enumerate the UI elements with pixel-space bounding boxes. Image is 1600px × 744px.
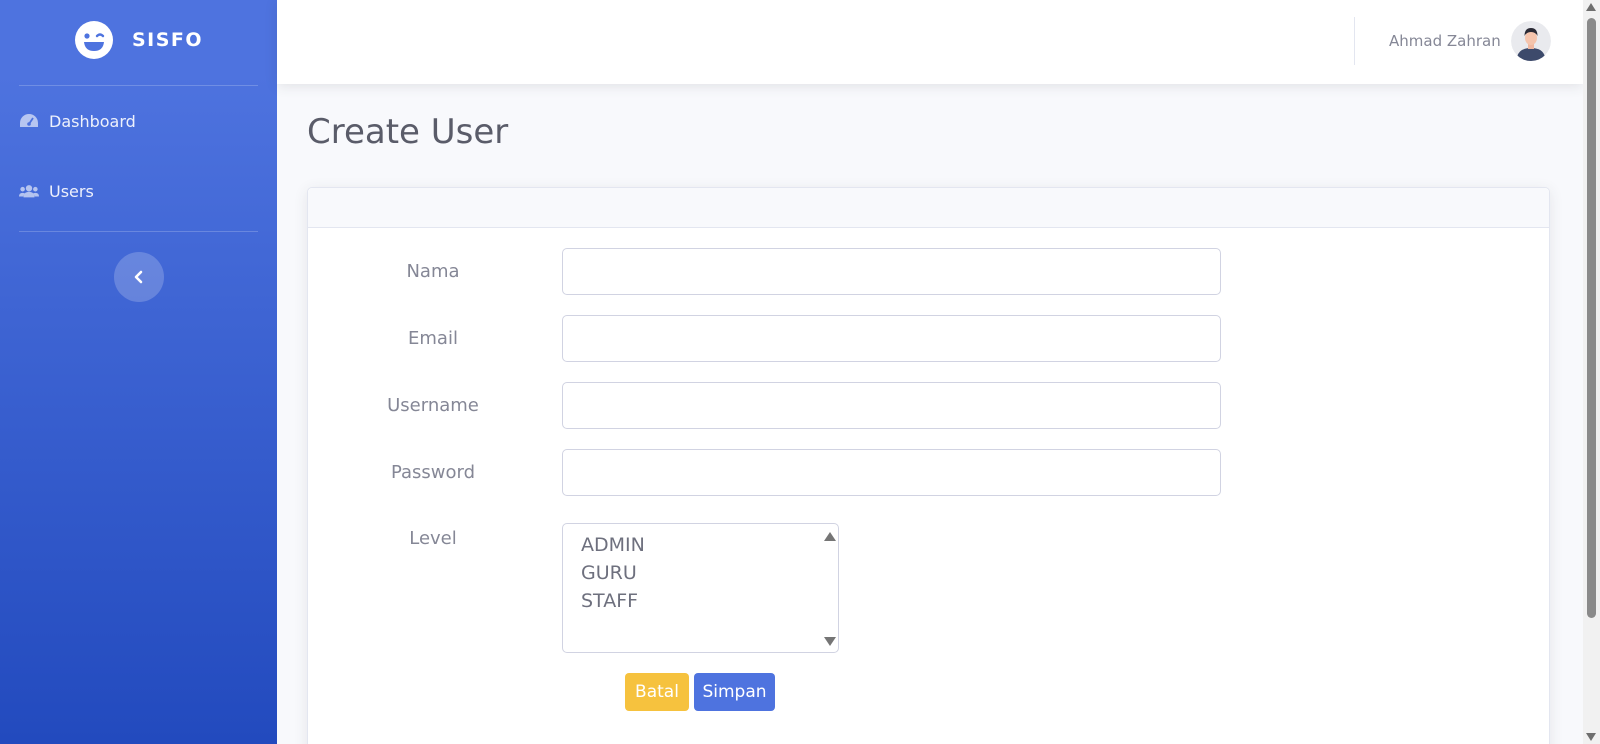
level-option-guru[interactable]: GURU: [563, 559, 838, 587]
level-options: ADMIN GURU STAFF: [563, 524, 838, 615]
sidebar: SISFO Dashboard Users: [0, 0, 277, 744]
user-menu[interactable]: Ahmad Zahran: [1389, 20, 1551, 62]
scroll-down-icon[interactable]: [824, 637, 836, 646]
level-select[interactable]: ADMIN GURU STAFF: [562, 523, 839, 653]
password-input[interactable]: [562, 449, 1221, 496]
page-scrollbar[interactable]: [1583, 0, 1600, 744]
laugh-wink-icon: [74, 21, 113, 59]
create-user-card: Nama Email Username Password Level ADMIN…: [307, 187, 1550, 744]
scroll-up-icon[interactable]: [1586, 3, 1596, 11]
sidebar-item-users[interactable]: Users: [0, 156, 277, 226]
save-button[interactable]: Simpan: [694, 673, 775, 711]
sidebar-item-label: Dashboard: [49, 111, 136, 131]
sidebar-item-dashboard[interactable]: Dashboard: [0, 86, 277, 156]
cancel-button[interactable]: Batal: [625, 673, 689, 711]
sidebar-divider: [19, 231, 258, 232]
user-avatar-icon: [1510, 21, 1551, 61]
app-page: SISFO Dashboard Users Ahmad Zahran Creat…: [0, 0, 1600, 744]
scroll-up-icon[interactable]: [824, 532, 836, 541]
username-label: Username: [387, 395, 479, 416]
nama-label: Nama: [406, 261, 460, 282]
scrollbar-thumb[interactable]: [1587, 18, 1596, 618]
level-label: Level: [409, 528, 457, 549]
topbar: Ahmad Zahran: [277, 0, 1583, 84]
sidebar-toggle-wrap: [0, 252, 277, 302]
nama-input[interactable]: [562, 248, 1221, 295]
password-label: Password: [390, 462, 476, 483]
brand-name: SISFO: [131, 29, 204, 51]
sidebar-item-label: Users: [49, 181, 94, 201]
user-name: Ahmad Zahran: [1389, 32, 1501, 50]
email-label: Email: [408, 328, 458, 349]
sidebar-brand[interactable]: SISFO: [0, 0, 277, 80]
level-option-admin[interactable]: ADMIN: [563, 531, 838, 559]
topbar-divider: [1354, 17, 1355, 65]
username-input[interactable]: [562, 382, 1221, 429]
level-option-staff[interactable]: STAFF: [563, 587, 838, 615]
tachometer-icon: [20, 114, 38, 127]
chevron-left-icon: [134, 270, 142, 284]
card-header: [308, 188, 1549, 228]
sidebar-toggle-button[interactable]: [113, 252, 164, 302]
users-icon: [19, 185, 39, 198]
page-title: Create User: [307, 112, 509, 152]
email-input[interactable]: [562, 315, 1221, 362]
scroll-down-icon[interactable]: [1586, 733, 1596, 741]
